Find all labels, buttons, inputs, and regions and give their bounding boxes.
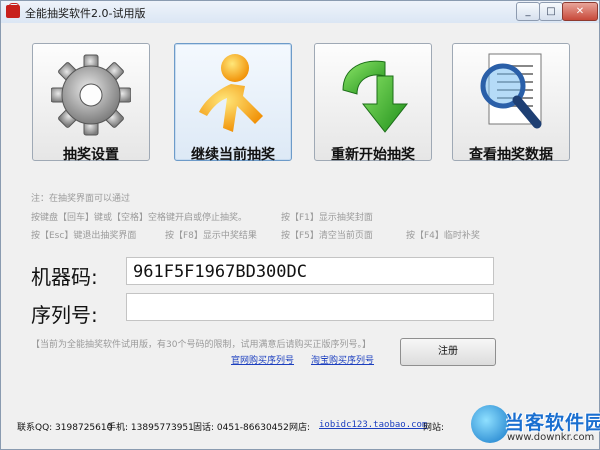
serial-label: 序列号: (31, 303, 98, 327)
hint-f4: 按【F4】临时补奖 (406, 231, 480, 241)
serial-number-input[interactable] (126, 293, 494, 321)
close-button[interactable]: ✕ (562, 2, 598, 21)
footer-shop-link[interactable]: iobidc123.taobao.com (319, 420, 427, 430)
continue-lottery-label: 继续当前抽奖 (191, 147, 275, 163)
trial-notice: 【当前为全能抽奖软件试用版，有30个号码的限制，试用满意后请购买正版序列号。】 (31, 340, 371, 350)
watermark-logo-icon (471, 405, 509, 443)
footer-shop-label: 网店: (289, 423, 311, 433)
official-buy-link[interactable]: 官网购买序列号 (231, 353, 294, 366)
hint-esc: 按【Esc】键退出抽奖界面 (31, 231, 137, 241)
restart-lottery-label: 重新开始抽奖 (331, 147, 415, 163)
hint-start-stop: 按键盘【回车】键或【空格】空格键开启或停止抽奖。 (31, 213, 248, 223)
magnifier-document-icon (480, 53, 542, 129)
hint-f8: 按【F8】显示中奖结果 (165, 231, 257, 241)
machine-code-label: 机器码: (31, 265, 98, 289)
footer-tel: 固话: 0451-86630452 (193, 423, 289, 433)
view-data-button[interactable]: 查看抽奖数据 (452, 43, 570, 163)
hint-f1: 按【F1】显示抽奖封面 (281, 213, 373, 223)
window-title: 全能抽奖软件2.0-试用版 (25, 7, 146, 20)
lottery-settings-button[interactable]: 抽奖设置 (32, 43, 150, 163)
running-man-icon (199, 54, 263, 132)
view-data-label: 查看抽奖数据 (469, 147, 553, 163)
continue-lottery-button[interactable]: 继续当前抽奖 (174, 43, 292, 163)
hint-intro: 注：在抽奖界面可以通过 (31, 194, 131, 204)
hint-f5: 按【F5】清空当前页面 (281, 231, 373, 241)
minimize-button[interactable]: _ (516, 2, 540, 21)
lottery-settings-label: 抽奖设置 (63, 147, 119, 163)
machine-code-field[interactable]: 961F5F1967BD300DC (126, 257, 494, 285)
gear-icon (51, 54, 131, 136)
watermark-name: 当客软件园 (505, 412, 600, 434)
main-window: 全能抽奖软件2.0-试用版 _ □ ✕ 抽奖设置 继续当前抽奖 重新开始抽奖 查… (0, 0, 600, 450)
green-arrow-icon (342, 60, 409, 133)
app-icon (6, 3, 20, 18)
footer-phone: 手机: 13895773951 (107, 423, 194, 433)
restart-lottery-button[interactable]: 重新开始抽奖 (314, 43, 432, 163)
footer-qq: 联系QQ: 3198725610 (17, 423, 113, 433)
register-button[interactable]: 注册 (400, 338, 496, 366)
watermark-url: www.downkr.com (507, 432, 595, 443)
title-bar[interactable]: 全能抽奖软件2.0-试用版 _ □ ✕ (1, 1, 599, 23)
taobao-buy-link[interactable]: 淘宝购买序列号 (311, 353, 374, 366)
maximize-button[interactable]: □ (539, 2, 563, 21)
footer-site-label: 网站: (423, 423, 445, 433)
